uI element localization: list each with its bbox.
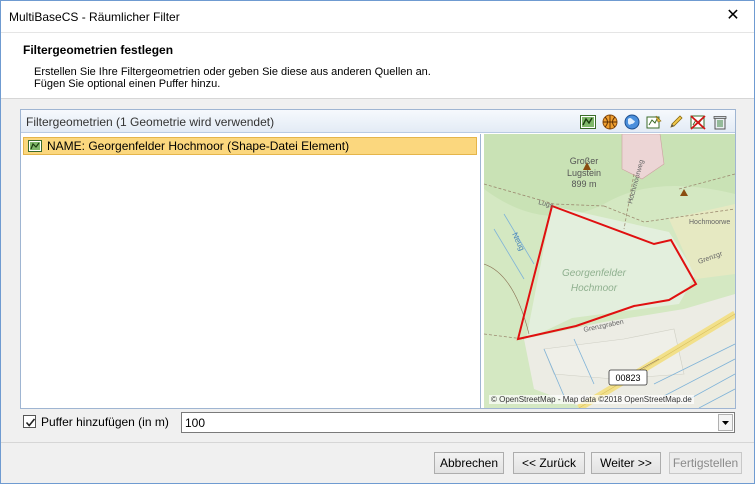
cancel-button[interactable]: Abbrechen: [434, 452, 504, 474]
globe-icon[interactable]: [623, 113, 641, 131]
finish-button[interactable]: Fertigstellen: [669, 452, 742, 474]
buffer-row: Puffer hinzufügen (in m) 100: [23, 412, 737, 433]
map-label-street-hochmoorwe: Hochmoorwe: [689, 219, 730, 226]
panel-title: Filtergeometrien (1 Geometrie wird verwe…: [26, 115, 275, 129]
remove-geometry-icon[interactable]: [689, 113, 707, 131]
map-label-road-ref: 00823: [615, 373, 640, 383]
buffer-combobox[interactable]: 100: [181, 412, 735, 433]
list-item-label: NAME: Georgenfelder Hochmoor (Shape-Date…: [47, 139, 350, 153]
shape-file-icon[interactable]: [579, 113, 597, 131]
back-button[interactable]: << Zurück: [513, 452, 585, 474]
close-icon[interactable]: ✕: [720, 5, 746, 27]
trash-icon[interactable]: [711, 113, 729, 131]
shape-file-icon: [28, 140, 42, 152]
edit-geometry-icon[interactable]: [645, 113, 663, 131]
filter-geometries-panel: Filtergeometrien (1 Geometrie wird verwe…: [20, 109, 736, 409]
buffer-label: Puffer hinzufügen (in m): [41, 415, 169, 429]
map-copyright: © OpenStreetMap - Map data ©2018 OpenStr…: [489, 395, 694, 404]
checkmark-icon: [25, 418, 36, 427]
pencil-icon[interactable]: [667, 113, 685, 131]
map-canvas: Großer Lugstein 899 m Georgenfelder Hoch…: [484, 134, 735, 408]
buffer-value: 100: [185, 416, 206, 430]
page-title: Filtergeometrien festlegen: [23, 43, 174, 57]
dialog-window: MultiBaseCS - Räumlicher Filter ✕ Filter…: [0, 0, 755, 484]
geometry-toolbar: [579, 113, 729, 131]
chevron-down-icon[interactable]: [718, 414, 733, 431]
buffer-checkbox[interactable]: [23, 415, 36, 428]
map-label-peak-2: Lugstein: [567, 168, 601, 178]
wizard-header: Filtergeometrien festlegen Erstellen Sie…: [1, 32, 754, 99]
map-label-peak-1: Großer: [570, 156, 599, 166]
list-item[interactable]: NAME: Georgenfelder Hochmoor (Shape-Date…: [23, 137, 477, 155]
button-bar: Abbrechen << Zurück Weiter >> Fertigstel…: [1, 442, 754, 483]
geometry-list: NAME: Georgenfelder Hochmoor (Shape-Date…: [21, 134, 481, 408]
title-bar: MultiBaseCS - Räumlicher Filter ✕: [1, 1, 754, 32]
map-label-peak-height: 899 m: [571, 179, 596, 189]
map-label-area-2: Hochmoor: [571, 283, 618, 294]
window-title: MultiBaseCS - Räumlicher Filter: [9, 10, 180, 24]
page-description-line1: Erstellen Sie Ihre Filtergeometrien oder…: [34, 66, 431, 78]
panel-header: Filtergeometrien (1 Geometrie wird verwe…: [21, 110, 735, 133]
map-label-area-1: Georgenfelder: [562, 268, 627, 279]
next-button[interactable]: Weiter >>: [591, 452, 661, 474]
page-description-line2: Fügen Sie optional einen Puffer hinzu.: [34, 78, 221, 90]
basketball-icon[interactable]: [601, 113, 619, 131]
map-view[interactable]: Großer Lugstein 899 m Georgenfelder Hoch…: [484, 134, 735, 408]
